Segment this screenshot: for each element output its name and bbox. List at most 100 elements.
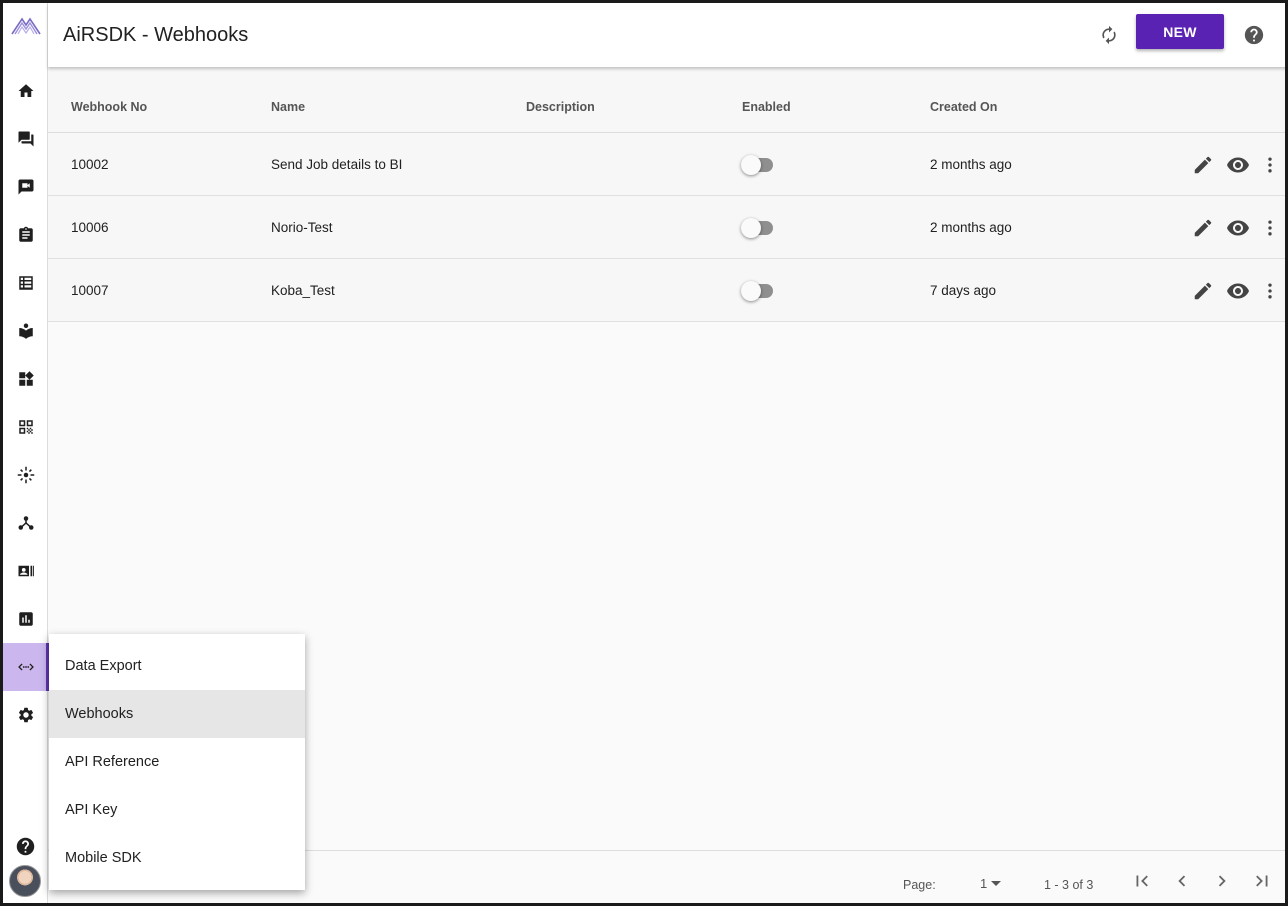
eye-icon [1227, 283, 1249, 299]
cell-webhook-no: 10002 [71, 157, 109, 172]
refresh-button[interactable] [1097, 23, 1121, 47]
menu-item-data-export[interactable]: Data Export [49, 642, 305, 690]
menu-item-webhooks[interactable]: Webhooks [49, 690, 305, 738]
last-page-button[interactable] [1250, 869, 1274, 893]
cell-name: Norio-Test [271, 220, 333, 235]
prev-page-button[interactable] [1170, 869, 1194, 893]
help-circle-icon [1244, 25, 1264, 45]
view-button[interactable] [1226, 279, 1250, 303]
caret-down-icon [991, 880, 1002, 886]
app-window: AiRSDK - Webhooks NEW Webhook No Name De… [0, 0, 1288, 906]
home-icon [18, 84, 33, 97]
first-page-icon [1136, 875, 1148, 887]
next-page-button[interactable] [1210, 869, 1234, 893]
toggle-thumb [741, 281, 761, 301]
table-header: Webhook No Name Description Enabled Crea… [48, 67, 1285, 133]
sidebar [3, 3, 49, 903]
page-title: AiRSDK - Webhooks [63, 24, 249, 46]
hub-icon [18, 516, 33, 530]
webhooks-table: Webhook No Name Description Enabled Crea… [48, 67, 1285, 322]
cell-webhook-no: 10007 [71, 283, 109, 298]
list-icon [18, 276, 33, 290]
sidebar-item-list[interactable] [3, 259, 48, 307]
avatar[interactable] [9, 865, 41, 897]
more-options-button[interactable] [1258, 216, 1282, 240]
view-button[interactable] [1226, 216, 1250, 240]
chat-icon [18, 131, 33, 147]
sidebar-help[interactable] [3, 822, 48, 870]
column-header-description[interactable]: Description [526, 100, 595, 114]
column-header-name[interactable]: Name [271, 100, 305, 114]
help-circle-icon [16, 837, 35, 855]
video-chat-icon [18, 179, 33, 195]
book-icon [18, 323, 33, 339]
help-button[interactable] [1242, 23, 1266, 47]
sidebar-item-hub[interactable] [3, 499, 48, 547]
sidebar-item-developer[interactable] [3, 643, 49, 691]
pencil-icon [1194, 282, 1212, 300]
widgets-icon [18, 371, 34, 386]
page-select-value: 1 [980, 875, 988, 891]
pencil-icon [1194, 219, 1212, 237]
sidebar-item-analytics[interactable] [3, 595, 48, 643]
cell-created-on: 2 months ago [930, 157, 1012, 172]
chevron-right-icon [1218, 875, 1226, 887]
page-label: Page: [903, 878, 936, 892]
sidebar-item-contact-card[interactable] [3, 547, 48, 595]
refresh-icon [1102, 25, 1116, 45]
sidebar-item-book[interactable] [3, 307, 48, 355]
more-options-button[interactable] [1258, 153, 1282, 177]
enabled-toggle[interactable] [741, 154, 777, 176]
app-header: AiRSDK - Webhooks NEW [48, 3, 1285, 67]
edit-button[interactable] [1191, 153, 1215, 177]
sidebar-item-home[interactable] [3, 67, 48, 115]
cell-name: Koba_Test [271, 283, 335, 298]
table-row[interactable]: 10007 Koba_Test 7 days ago [48, 259, 1285, 322]
pencil-icon [1194, 156, 1212, 174]
brand-logo-icon [10, 17, 41, 35]
more-options-button[interactable] [1258, 279, 1282, 303]
edit-button[interactable] [1191, 279, 1215, 303]
analytics-icon [18, 612, 33, 626]
sidebar-item-center-focus[interactable] [3, 451, 48, 499]
sidebar-item-qr-code[interactable] [3, 403, 48, 451]
new-webhook-button[interactable]: NEW [1136, 14, 1224, 49]
cell-webhook-no: 10006 [71, 220, 109, 235]
cell-name: Send Job details to BI [271, 157, 403, 172]
column-header-enabled[interactable]: Enabled [742, 100, 791, 114]
column-header-webhook-no[interactable]: Webhook No [71, 100, 147, 114]
page-select[interactable]: 1 [980, 873, 1010, 893]
contact-card-icon [18, 565, 34, 577]
cell-created-on: 7 days ago [930, 283, 997, 298]
table-row[interactable]: 10002 Send Job details to BI 2 months ag… [48, 133, 1285, 196]
menu-item-mobile-sdk[interactable]: Mobile SDK [49, 834, 305, 882]
edit-button[interactable] [1191, 216, 1215, 240]
more-vertical-icon [1268, 283, 1272, 299]
sidebar-item-clipboard[interactable] [3, 211, 48, 259]
sidebar-item-chat[interactable] [3, 115, 48, 163]
center-focus-icon [17, 466, 34, 484]
more-vertical-icon [1268, 220, 1272, 236]
code-icon [17, 663, 34, 671]
toggle-thumb [741, 218, 761, 238]
first-page-button[interactable] [1130, 869, 1154, 893]
table-row[interactable]: 10006 Norio-Test 2 months ago [48, 196, 1285, 259]
gear-icon [18, 707, 33, 723]
chevron-left-icon [1178, 875, 1186, 887]
eye-icon [1227, 157, 1249, 173]
page-range: 1 - 3 of 3 [1044, 878, 1094, 892]
cell-created-on: 2 months ago [930, 220, 1012, 235]
column-header-created-on[interactable]: Created On [930, 100, 997, 114]
sidebar-item-settings[interactable] [3, 691, 48, 739]
sidebar-item-widgets[interactable] [3, 355, 48, 403]
view-button[interactable] [1226, 153, 1250, 177]
brand-logo[interactable] [3, 17, 48, 47]
enabled-toggle[interactable] [741, 217, 777, 239]
enabled-toggle[interactable] [741, 280, 777, 302]
menu-item-api-key[interactable]: API Key [49, 786, 305, 834]
menu-item-api-reference[interactable]: API Reference [49, 738, 305, 786]
sidebar-item-video-chat[interactable] [3, 163, 48, 211]
toggle-thumb [741, 155, 761, 175]
clipboard-icon [18, 226, 33, 242]
developer-menu: Data Export Webhooks API Reference API K… [49, 634, 305, 890]
